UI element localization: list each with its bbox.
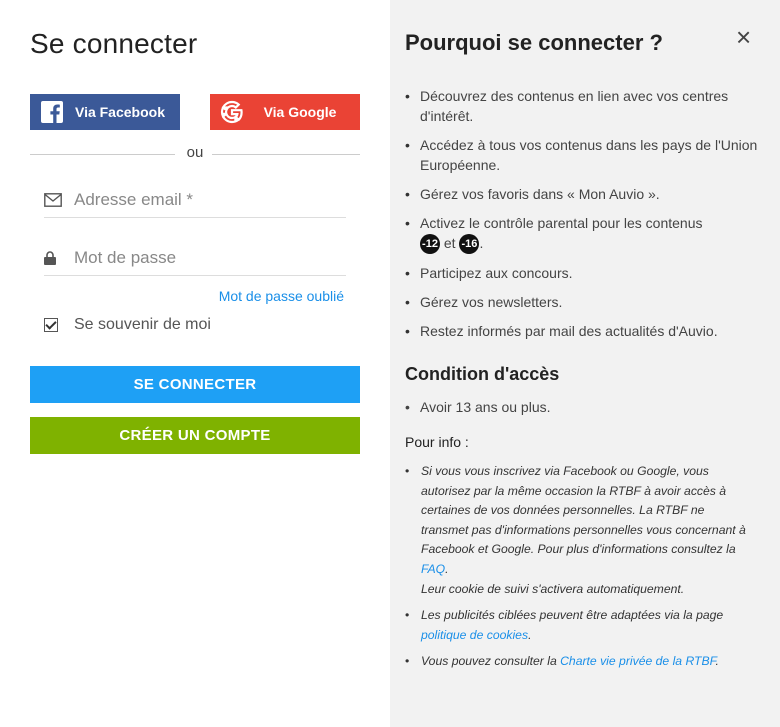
password-input[interactable] (74, 247, 334, 268)
info-social-text: Si vous vous inscrivez via Facebook ou G… (421, 464, 746, 557)
parental-end: . (479, 235, 484, 251)
login-title: Se connecter (30, 28, 198, 59)
access-title: Condition d'accès (405, 364, 560, 384)
divider-left (30, 154, 175, 155)
info-title: Pour info : (405, 434, 469, 450)
google-icon (210, 100, 254, 124)
login-submit-button[interactable]: SE CONNECTER (30, 366, 360, 403)
lock-icon (44, 250, 74, 265)
facebook-login-button[interactable]: Via Facebook (30, 94, 180, 130)
why-title: Pourquoi se connecter ? (405, 30, 663, 55)
info-item-privacy: Vous pouvez consulter la Charte vie priv… (405, 652, 750, 672)
info-dot: . (528, 627, 532, 642)
parental-and: et (443, 235, 456, 251)
benefit-item: Accédez à tous vos contenus dans les pay… (405, 135, 765, 175)
google-login-label: Via Google (263, 104, 337, 120)
google-login-button[interactable]: Via Google (210, 94, 360, 130)
benefit-item: Participez aux concours. (405, 263, 765, 283)
benefits-list: Découvrez des contenus en lien avec vos … (405, 86, 765, 350)
facebook-login-label: Via Facebook (74, 104, 165, 120)
benefit-item: Gérez vos newsletters. (405, 292, 765, 312)
benefit-item: Gérez vos favoris dans « Mon Auvio ». (405, 184, 765, 204)
forgot-password-link[interactable]: Mot de passe oublié (219, 288, 344, 304)
email-field (44, 182, 346, 218)
password-field (44, 240, 346, 276)
benefit-item: Découvrez des contenus en lien avec vos … (405, 86, 765, 126)
or-separator: ou (186, 144, 204, 161)
faq-link[interactable]: FAQ (421, 562, 445, 576)
access-list: Avoir 13 ans ou plus. (405, 397, 765, 417)
info-list: Si vous vous inscrivez via Facebook ou G… (405, 462, 750, 679)
age-12-badge: -12 (420, 234, 440, 255)
email-input[interactable] (74, 189, 334, 210)
cookies-policy-link[interactable]: politique de cookies (421, 628, 528, 642)
divider-right (212, 154, 360, 155)
info-ads-text: Les publicités ciblées peuvent être adap… (421, 608, 724, 623)
remember-me-label: Se souvenir de moi (74, 316, 211, 333)
info-item-ads: Les publicités ciblées peuvent être adap… (405, 606, 750, 645)
benefit-item-parental: Activez le contrôle parental pour les co… (405, 213, 765, 255)
facebook-icon (30, 100, 74, 124)
info-item-social: Si vous vous inscrivez via Facebook ou G… (405, 462, 750, 599)
privacy-charter-link[interactable]: Charte vie privée de la RTBF (560, 654, 715, 668)
close-icon[interactable]: × (736, 24, 751, 50)
access-item: Avoir 13 ans ou plus. (405, 397, 765, 417)
envelope-icon (44, 192, 74, 207)
info-privacy-text: Vous pouvez consulter la (421, 654, 557, 669)
info-cookie-text: Leur cookie de suivi s'activera automati… (421, 581, 685, 596)
benefit-item: Restez informés par mail des actualités … (405, 321, 765, 341)
login-panel: Se connecter Via Facebook Via Google ou … (0, 0, 390, 727)
remember-me-option[interactable]: Se souvenir de moi (44, 316, 211, 334)
create-account-button[interactable]: CRÉER UN COMPTE (30, 417, 360, 454)
info-dot: . (445, 561, 449, 576)
parental-text: Activez le contrôle parental pour les co… (420, 215, 703, 231)
remember-me-checkbox[interactable] (44, 318, 58, 332)
age-16-badge: -16 (459, 234, 480, 255)
info-dot: . (715, 654, 719, 669)
